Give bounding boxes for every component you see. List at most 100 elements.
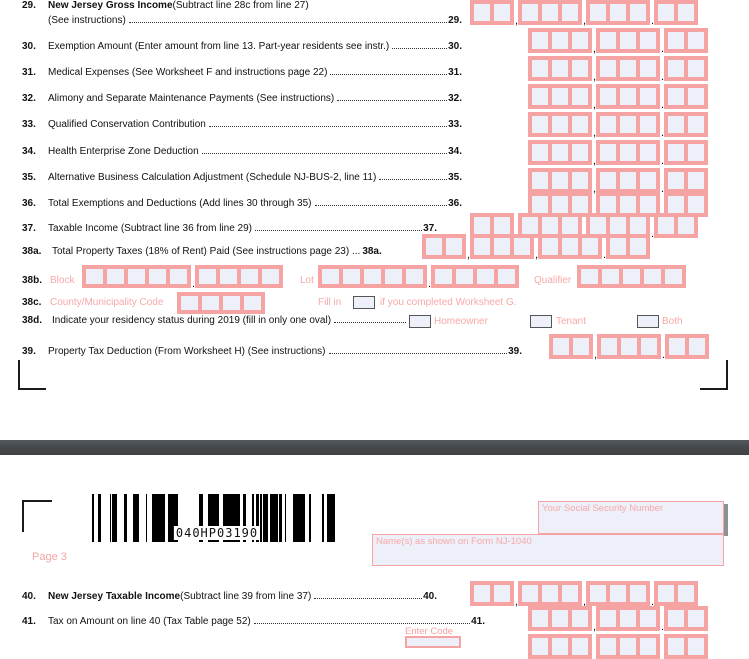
box-group-thousands[interactable] bbox=[528, 168, 592, 193]
amount-cell[interactable] bbox=[676, 583, 696, 604]
qualifier-cell[interactable] bbox=[621, 267, 642, 286]
box-group-units[interactable] bbox=[596, 140, 660, 165]
amount-boxes-line-41[interactable]: , . bbox=[528, 606, 708, 633]
amount-cell[interactable] bbox=[570, 58, 590, 79]
county-code-cell[interactable] bbox=[179, 294, 200, 312]
county-code-boxes[interactable] bbox=[177, 292, 265, 314]
amount-boxes-line-32[interactable]: , . bbox=[528, 84, 708, 111]
box-group-thousands[interactable] bbox=[528, 84, 592, 109]
block-cell[interactable] bbox=[197, 267, 218, 286]
amount-cell[interactable] bbox=[550, 170, 570, 191]
box-group-cents[interactable] bbox=[664, 168, 708, 193]
amount-cell[interactable] bbox=[676, 215, 696, 236]
amount-cell[interactable] bbox=[608, 236, 628, 257]
qualifier-cell[interactable] bbox=[579, 267, 600, 286]
amount-cell[interactable] bbox=[618, 608, 638, 629]
amount-boxes-line-39[interactable]: , . bbox=[549, 334, 709, 361]
amount-cell[interactable] bbox=[570, 608, 590, 629]
amount-cell[interactable] bbox=[472, 215, 492, 236]
qualifier-boxes[interactable] bbox=[577, 265, 686, 288]
amount-cell[interactable] bbox=[686, 636, 706, 657]
county-code-cell[interactable] bbox=[242, 294, 263, 312]
amount-cell[interactable] bbox=[472, 583, 492, 604]
box-group-cents[interactable] bbox=[665, 334, 709, 359]
amount-boxes-line-35[interactable]: , . bbox=[528, 168, 708, 195]
lot-cell[interactable] bbox=[475, 267, 496, 286]
amount-cell[interactable] bbox=[570, 194, 590, 215]
amount-cell[interactable] bbox=[550, 142, 570, 163]
amount-cell[interactable] bbox=[656, 2, 676, 23]
amount-boxes-line-30[interactable]: , . bbox=[528, 28, 708, 55]
amount-cell[interactable] bbox=[472, 2, 492, 23]
amount-cell[interactable] bbox=[628, 236, 648, 257]
box-group-cents[interactable] bbox=[664, 84, 708, 109]
amount-cell[interactable] bbox=[550, 86, 570, 107]
amount-cell[interactable] bbox=[686, 170, 706, 191]
amount-cell[interactable] bbox=[570, 636, 590, 657]
amount-cell[interactable] bbox=[550, 114, 570, 135]
lot-group-2[interactable] bbox=[431, 265, 519, 288]
amount-cell[interactable] bbox=[598, 636, 618, 657]
box-group-units[interactable] bbox=[538, 234, 602, 259]
block-group-1[interactable] bbox=[82, 265, 191, 288]
block-cell[interactable] bbox=[126, 267, 147, 286]
box-group-thousands[interactable] bbox=[528, 28, 592, 53]
amount-cell[interactable] bbox=[638, 608, 658, 629]
amount-cell[interactable] bbox=[608, 215, 628, 236]
lot-cell[interactable] bbox=[454, 267, 475, 286]
box-group-cents[interactable] bbox=[664, 56, 708, 81]
amount-cell[interactable] bbox=[540, 2, 560, 23]
amount-cell[interactable] bbox=[570, 86, 590, 107]
amount-cell[interactable] bbox=[619, 336, 639, 357]
amount-cell[interactable] bbox=[638, 170, 658, 191]
box-group-cents[interactable] bbox=[654, 581, 698, 606]
amount-cell[interactable] bbox=[618, 114, 638, 135]
amount-cell[interactable] bbox=[638, 86, 658, 107]
amount-cell[interactable] bbox=[666, 194, 686, 215]
amount-cell[interactable] bbox=[588, 2, 608, 23]
amount-cell[interactable] bbox=[530, 30, 550, 51]
box-group-cents[interactable] bbox=[664, 112, 708, 137]
amount-cell[interactable] bbox=[687, 336, 707, 357]
amount-cell[interactable] bbox=[530, 142, 550, 163]
box-group-cents[interactable] bbox=[654, 213, 698, 238]
amount-cell[interactable] bbox=[666, 86, 686, 107]
amount-boxes-line-34[interactable]: , . bbox=[528, 140, 708, 167]
block-group-2[interactable] bbox=[195, 265, 283, 288]
amount-cell[interactable] bbox=[628, 583, 648, 604]
amount-cell[interactable] bbox=[598, 194, 618, 215]
amount-cell[interactable] bbox=[424, 236, 444, 257]
box-group-cents[interactable] bbox=[606, 234, 650, 259]
block-cell[interactable] bbox=[260, 267, 281, 286]
box-group-thousands[interactable] bbox=[528, 140, 592, 165]
ssn-field[interactable]: Your Social Security Number bbox=[538, 501, 724, 534]
box-group-cents[interactable] bbox=[654, 0, 698, 25]
amount-cell[interactable] bbox=[628, 2, 648, 23]
amount-cell[interactable] bbox=[656, 215, 676, 236]
amount-cell[interactable] bbox=[618, 194, 638, 215]
box-group-units[interactable] bbox=[596, 28, 660, 53]
lot-cell[interactable] bbox=[320, 267, 341, 286]
amount-cell[interactable] bbox=[618, 58, 638, 79]
amount-cell[interactable] bbox=[598, 30, 618, 51]
lot-group-1[interactable] bbox=[318, 265, 427, 288]
box-group-units[interactable] bbox=[596, 84, 660, 109]
qualifier-cell[interactable] bbox=[663, 267, 684, 286]
amount-cell[interactable] bbox=[492, 583, 512, 604]
worksheet-g-oval[interactable] bbox=[353, 296, 375, 309]
box-group-thousands[interactable] bbox=[470, 234, 534, 259]
amount-cell[interactable] bbox=[638, 142, 658, 163]
amount-cell[interactable] bbox=[666, 58, 686, 79]
amount-cell[interactable] bbox=[618, 86, 638, 107]
amount-cell[interactable] bbox=[686, 114, 706, 135]
amount-cell[interactable] bbox=[686, 608, 706, 629]
homeowner-oval[interactable] bbox=[409, 315, 431, 328]
amount-cell[interactable] bbox=[550, 30, 570, 51]
amount-cell[interactable] bbox=[667, 336, 687, 357]
box-group-thousands[interactable] bbox=[528, 56, 592, 81]
lot-cell[interactable] bbox=[433, 267, 454, 286]
county-code-cell[interactable] bbox=[221, 294, 242, 312]
amount-cell[interactable] bbox=[530, 194, 550, 215]
block-boxes[interactable]: . bbox=[82, 265, 283, 290]
lot-boxes[interactable]: . bbox=[318, 265, 519, 290]
